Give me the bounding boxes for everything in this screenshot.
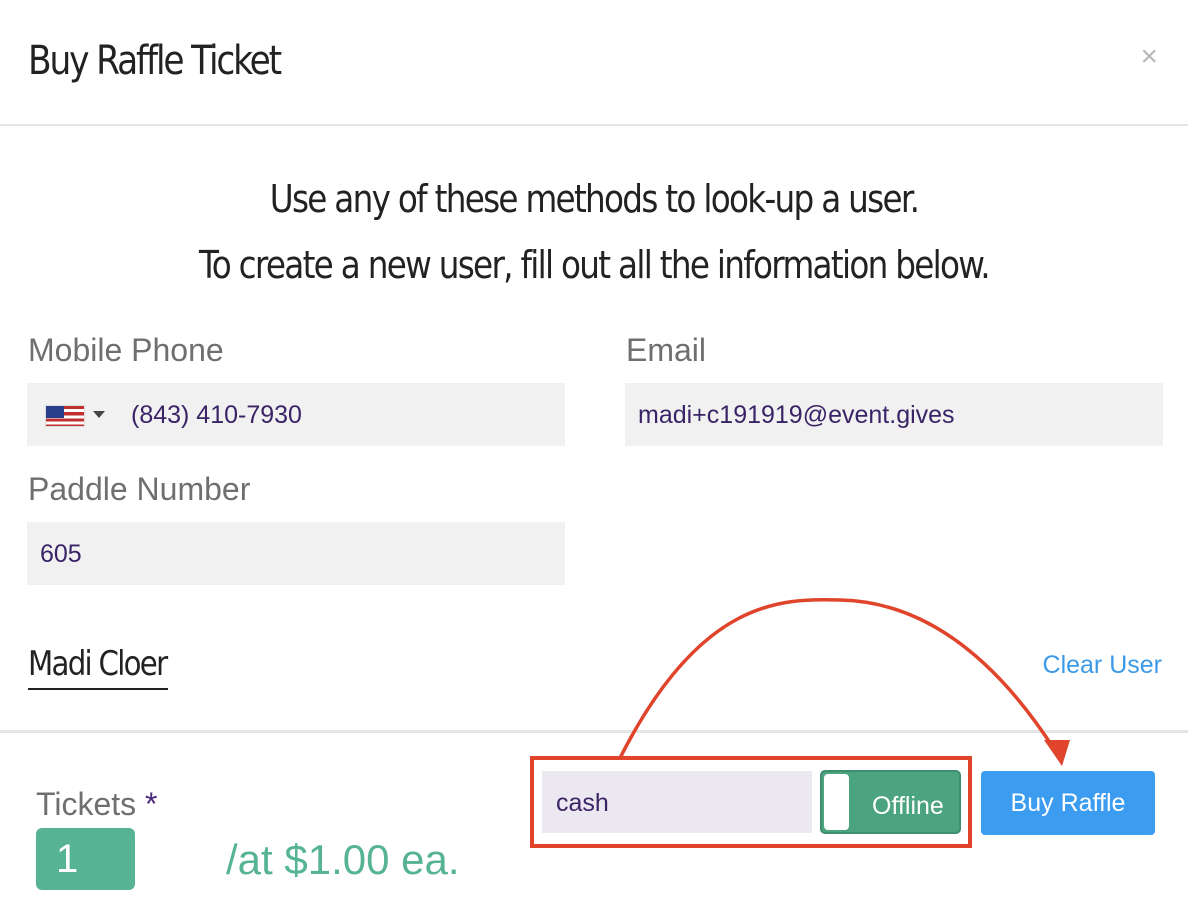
email-field[interactable]: madi+c191919@event.gives — [625, 383, 1163, 446]
intro-line-1: Use any of these methods to look-up a us… — [269, 177, 920, 221]
chevron-down-icon[interactable] — [93, 411, 105, 418]
mobile-phone-label: Mobile Phone — [28, 332, 224, 368]
tickets-label-text: Tickets — [36, 786, 137, 822]
annotation-highlight-box — [530, 756, 972, 848]
annotation-arrow-path — [618, 597, 1058, 759]
buy-raffle-modal: Buy Raffle Ticket × Use any of these met… — [0, 0, 1188, 920]
required-marker: * — [145, 786, 158, 822]
ticket-price-text: /at $1.00 ea. — [226, 836, 460, 883]
email-label: Email — [626, 332, 707, 368]
close-icon[interactable]: × — [1140, 42, 1158, 72]
paddle-number-label: Paddle Number — [28, 471, 251, 507]
buy-raffle-button[interactable]: Buy Raffle — [981, 771, 1155, 835]
intro-text: Use any of these methods to look-up a us… — [0, 166, 1188, 298]
user-name-underline — [28, 688, 168, 690]
selected-user-name: Madi Cloer — [28, 644, 168, 684]
section-divider — [0, 730, 1188, 733]
modal-header: Buy Raffle Ticket × — [0, 0, 1188, 126]
us-flag-icon[interactable] — [45, 405, 85, 427]
clear-user-link[interactable]: Clear User — [1043, 651, 1162, 680]
paddle-number-value[interactable]: 605 — [40, 540, 82, 569]
annotation-arrowhead — [1044, 740, 1070, 766]
paddle-number-field[interactable]: 605 — [27, 522, 565, 585]
intro-line-2: To create a new user, fill out all the i… — [199, 243, 991, 287]
modal-title: Buy Raffle Ticket — [28, 38, 282, 84]
mobile-phone-field[interactable]: (843) 410-7930 — [27, 383, 565, 446]
email-value[interactable]: madi+c191919@event.gives — [638, 401, 955, 430]
ticket-quantity-input[interactable]: 1 — [36, 828, 135, 890]
tickets-label: Tickets * — [36, 786, 158, 823]
mobile-phone-value[interactable]: (843) 410-7930 — [131, 401, 302, 430]
